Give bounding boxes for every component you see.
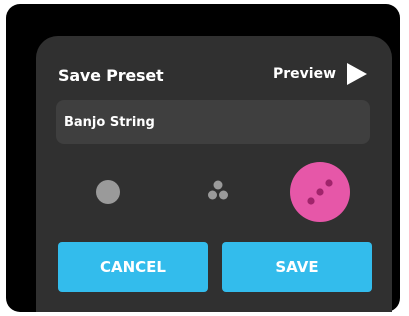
single-dot-icon — [96, 180, 120, 204]
preview-button[interactable]: Preview — [273, 62, 368, 86]
option-three-dots-button[interactable] — [188, 162, 248, 222]
option-diagonal-dots-button[interactable] — [290, 162, 350, 222]
cancel-button[interactable]: CANCEL — [58, 242, 208, 292]
option-single-dot-button[interactable] — [78, 162, 138, 222]
save-button[interactable]: SAVE — [222, 242, 372, 292]
save-preset-dialog: Save Preset Preview Banjo String CANCEL … — [36, 36, 392, 312]
diagonal-dots-icon — [307, 179, 333, 205]
three-dots-icon — [208, 180, 228, 200]
dialog-title: Save Preset — [58, 66, 164, 85]
preview-label: Preview — [272, 66, 336, 82]
preset-name-input[interactable]: Banjo String — [56, 100, 370, 144]
play-icon — [347, 63, 367, 85]
